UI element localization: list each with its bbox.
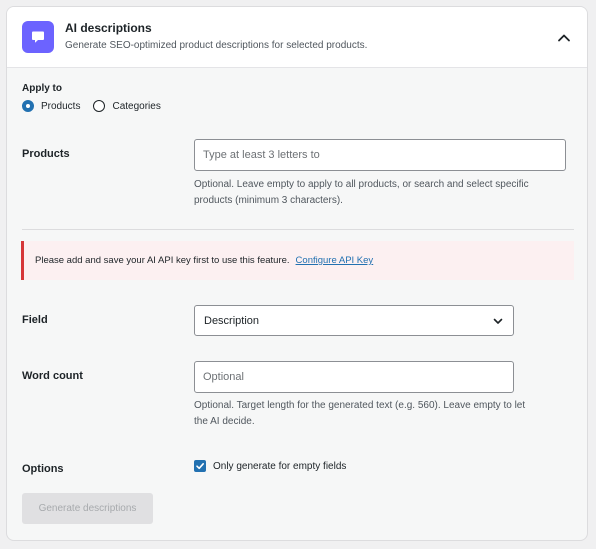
chevron-down-icon <box>493 318 503 324</box>
products-help-line-2: products (minimum 3 characters). <box>194 195 343 206</box>
configure-api-key-link[interactable]: Configure API Key <box>296 255 374 266</box>
only-empty-fields-label[interactable]: Only generate for empty fields <box>213 461 346 472</box>
section-divider <box>22 229 574 230</box>
panel-header[interactable]: AI descriptions Generate SEO-optimized p… <box>7 7 587 68</box>
field-label: Field <box>22 314 48 326</box>
options-label: Options <box>22 463 64 475</box>
api-key-notice: Please add and save your AI API key firs… <box>21 241 574 280</box>
apply-to-radio-group: Products Categories <box>22 100 174 112</box>
field-select-value: Description <box>204 314 260 327</box>
products-help-line-1: Optional. Leave empty to apply to all pr… <box>194 179 529 190</box>
panel-subtitle: Generate SEO-optimized product descripti… <box>65 40 368 51</box>
only-empty-fields-checkbox[interactable] <box>194 460 206 472</box>
radio-products-label[interactable]: Products <box>41 101 80 112</box>
checkmark-icon <box>196 463 204 470</box>
word-count-input[interactable] <box>194 361 514 393</box>
radio-categories-label[interactable]: Categories <box>112 101 160 112</box>
ai-descriptions-panel: AI descriptions Generate SEO-optimized p… <box>6 6 588 541</box>
word-count-help-line-2: the AI decide. <box>194 416 255 427</box>
panel-title: AI descriptions <box>65 21 152 35</box>
apply-to-label: Apply to <box>22 83 62 94</box>
products-search-input[interactable] <box>194 139 566 171</box>
chevron-up-icon[interactable] <box>555 29 573 47</box>
radio-products[interactable] <box>22 100 34 112</box>
notice-text: Please add and save your AI API key firs… <box>35 255 290 266</box>
products-label: Products <box>22 148 70 160</box>
word-count-label: Word count <box>22 370 83 382</box>
generate-descriptions-button[interactable]: Generate descriptions <box>22 493 153 524</box>
chat-bubble-icon <box>22 21 54 53</box>
empty-fields-option: Only generate for empty fields <box>194 460 346 472</box>
radio-categories[interactable] <box>93 100 106 112</box>
field-select[interactable]: Description <box>194 305 514 336</box>
word-count-help-line-1: Optional. Target length for the generate… <box>194 400 526 411</box>
